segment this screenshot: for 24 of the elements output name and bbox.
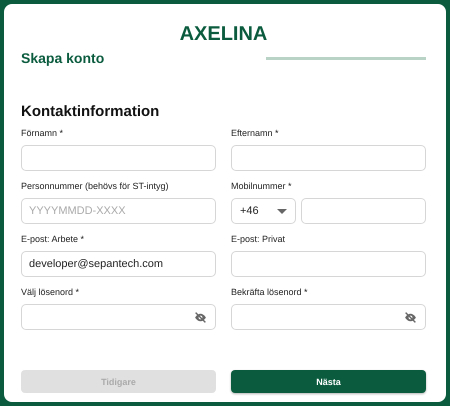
input-field[interactable] bbox=[301, 198, 426, 224]
field-label: Välj lösenord * bbox=[21, 287, 80, 298]
password-field[interactable] bbox=[21, 304, 216, 330]
field-label: Förnamn * bbox=[21, 128, 64, 139]
brand-logo: AXELINA bbox=[180, 22, 268, 46]
field-label: E-post: Privat bbox=[231, 234, 286, 245]
input-field[interactable]: YYYYMMDD-XXXX bbox=[21, 198, 216, 224]
field-label: Personnummer (behövs för ST-intyg) bbox=[21, 181, 170, 192]
field-label: Bekräfta lösenord * bbox=[231, 287, 309, 298]
field-label: Mobilnummer * bbox=[231, 181, 293, 192]
country-code-dropdown[interactable]: +46 bbox=[231, 198, 296, 224]
field-label: E-post: Arbete * bbox=[21, 234, 86, 245]
input-field[interactable]: developer@sepantech.com bbox=[21, 251, 216, 277]
password-field[interactable] bbox=[231, 304, 426, 330]
hidden-eye-icon[interactable] bbox=[404, 312, 417, 323]
hidden-eye-icon[interactable] bbox=[194, 312, 207, 323]
input-field[interactable] bbox=[231, 145, 426, 171]
page-title: Skapa konto bbox=[21, 50, 104, 66]
section-title: Kontaktinformation bbox=[21, 103, 160, 120]
field-label: Efternamn * bbox=[231, 128, 280, 139]
input-field[interactable] bbox=[231, 251, 426, 277]
input-field[interactable] bbox=[21, 145, 216, 171]
next-button[interactable]: Nästa bbox=[231, 370, 426, 393]
caret-icon bbox=[277, 208, 287, 214]
